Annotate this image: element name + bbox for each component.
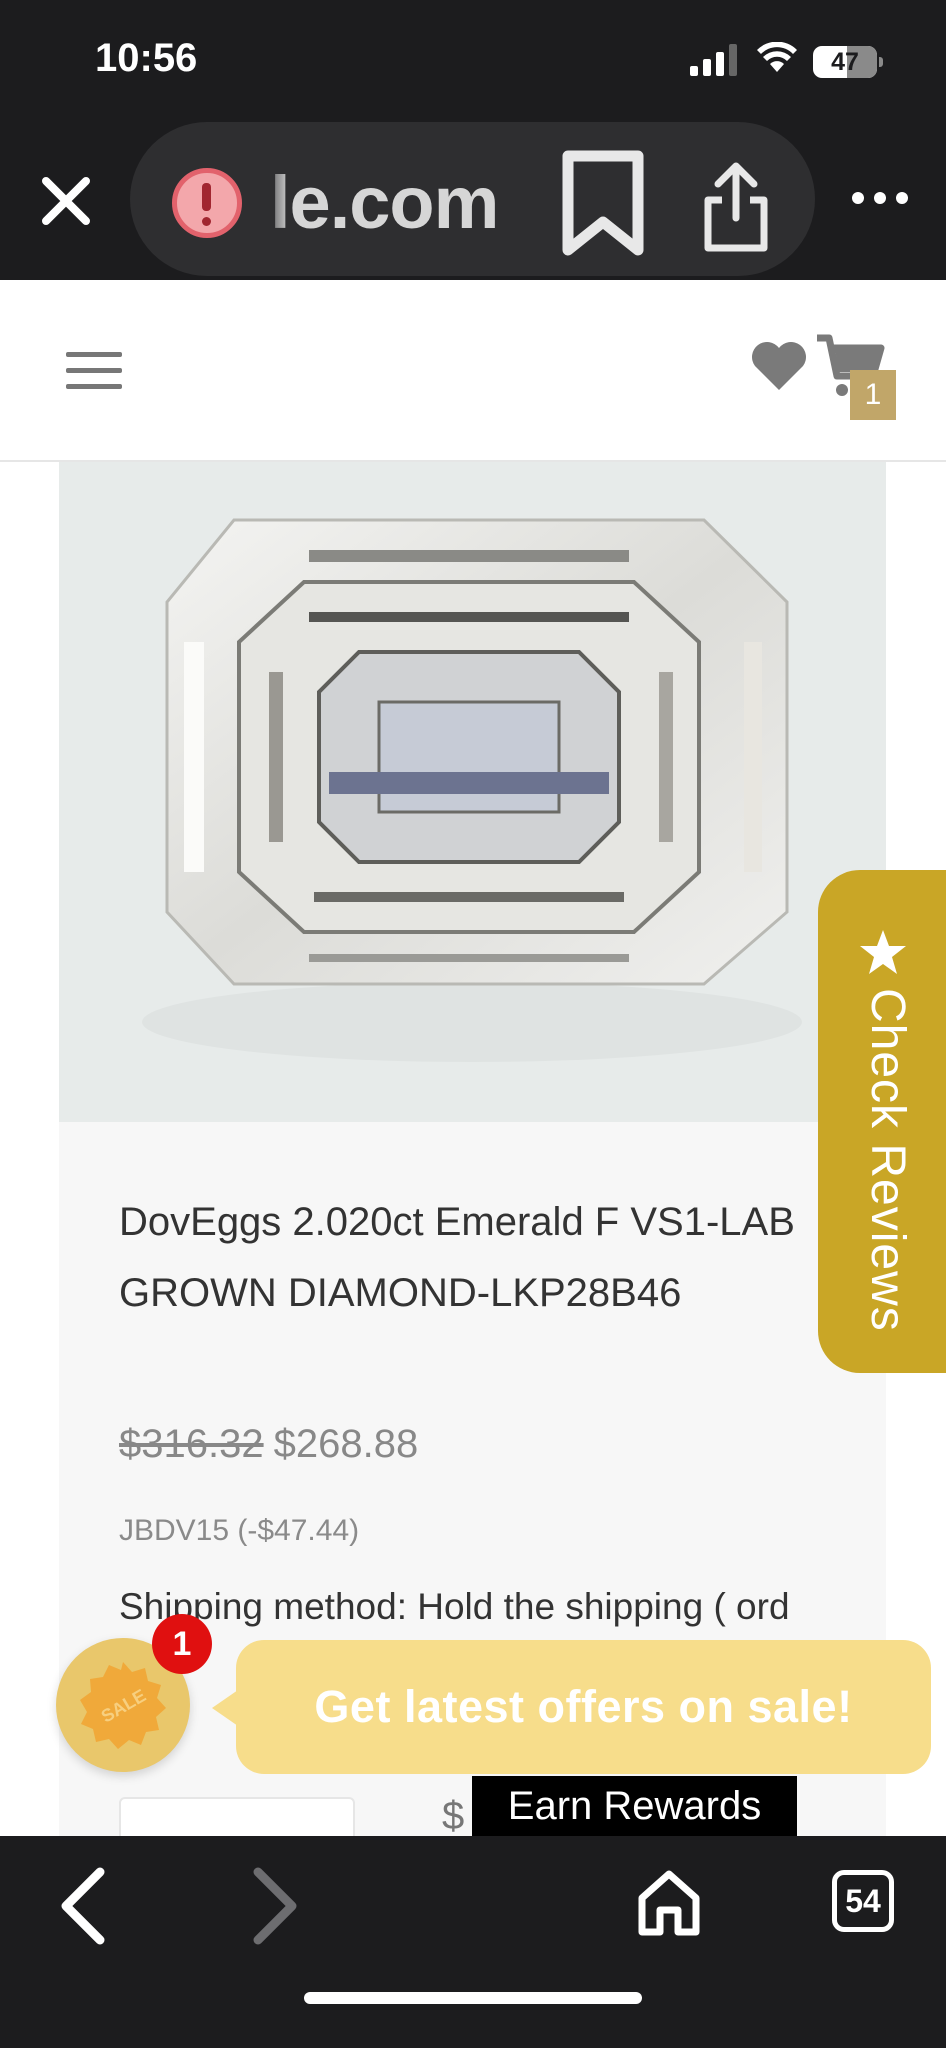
site-header: 1 [0, 280, 946, 462]
bookmark-icon[interactable] [560, 150, 646, 256]
diamond-image [142, 518, 802, 1062]
wifi-icon [757, 42, 797, 72]
forward-icon[interactable] [250, 1866, 300, 1946]
close-icon[interactable] [38, 173, 94, 229]
browser-bottom-bar: 54 [0, 1836, 946, 2048]
menu-icon[interactable] [66, 352, 122, 396]
warning-icon[interactable] [172, 168, 242, 238]
tabs-icon[interactable]: 54 [832, 1870, 894, 1932]
sale-seal-icon: SALE [80, 1662, 166, 1749]
home-indicator [304, 1992, 642, 2004]
price-row: $316.32 $268.88 [119, 1422, 418, 1467]
offer-message[interactable]: Get latest offers on sale! [236, 1640, 931, 1774]
sale-price: $268.88 [273, 1422, 419, 1466]
offer-banner[interactable]: Get latest offers on sale! [236, 1640, 931, 1774]
signal-icon [690, 44, 737, 76]
heart-icon[interactable] [750, 340, 808, 392]
share-icon[interactable] [700, 160, 772, 252]
battery-level: 47 [831, 48, 859, 76]
cart-count-badge[interactable]: 1 [850, 370, 896, 420]
check-reviews-label[interactable]: Check Reviews [860, 988, 915, 1332]
coupon-discount: JBDV15 (-$47.44) [119, 1514, 360, 1547]
url-text[interactable]: le.com [270, 160, 499, 245]
check-reviews-tab[interactable]: Check Reviews [818, 870, 946, 1373]
status-time: 10:56 [95, 36, 198, 80]
sale-notification-badge[interactable]: 1 [152, 1614, 212, 1674]
address-bar[interactable]: le.com [130, 122, 815, 276]
more-icon[interactable] [850, 188, 910, 208]
back-icon[interactable] [58, 1866, 108, 1946]
browser-toolbar: le.com [0, 118, 946, 280]
battery-indicator: 47 [813, 46, 883, 78]
original-price: $316.32 [119, 1422, 264, 1466]
home-icon[interactable] [636, 1868, 702, 1938]
earn-rewards-button[interactable]: Earn Rewards [472, 1776, 797, 1836]
product-title: DovEggs 2.020ct Emerald F VS1-LAB GROWN … [119, 1200, 795, 1315]
product-image[interactable] [59, 462, 886, 1122]
star-icon [860, 930, 906, 974]
status-bar: 10:56 47 [0, 0, 946, 118]
partial-price: $ [442, 1794, 465, 1838]
